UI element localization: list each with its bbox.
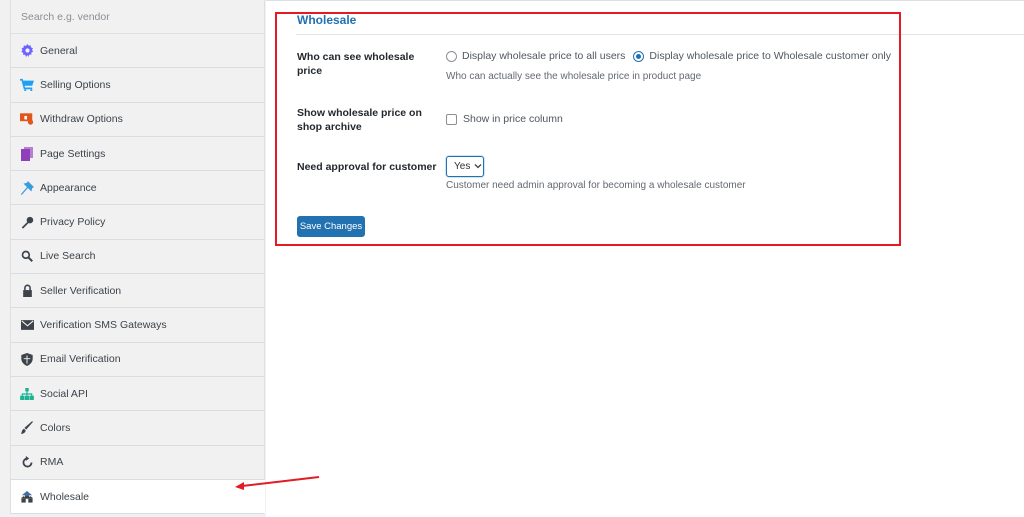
- need-approval-select[interactable]: Yes: [446, 156, 484, 177]
- sidebar-item-label: Page Settings: [40, 147, 106, 160]
- radio-all-users-label: Display wholesale price to all users: [462, 50, 626, 62]
- sidebar-item-label: Social API: [40, 387, 88, 400]
- radio-button[interactable]: [633, 50, 645, 62]
- sidebar-item-label: Selling Options: [40, 78, 111, 91]
- sidebar-item-wholesale[interactable]: Wholesale: [10, 479, 265, 515]
- sidebar-item-label: Verification SMS Gateways: [40, 319, 167, 332]
- sidebar-item-verification-sms-gateways[interactable]: Verification SMS Gateways: [10, 308, 265, 343]
- sidebar-item-colors[interactable]: Colors: [10, 411, 265, 446]
- sidebar-item-label: Colors: [40, 421, 71, 434]
- need-approval-label: Need approval for customer: [297, 161, 437, 173]
- sidebar-item-page-settings[interactable]: Page Settings: [10, 136, 265, 172]
- envelope-icon: [20, 318, 34, 332]
- paintbrush-icon: [20, 421, 34, 435]
- refresh-icon: [20, 455, 34, 469]
- wholesale-icon: [20, 490, 34, 504]
- radio-wholesale-only[interactable]: Display wholesale price to Wholesale cus…: [633, 50, 891, 62]
- select-value: Yes: [454, 161, 471, 172]
- sitemap-icon: [20, 387, 34, 401]
- sidebar-item-live-search[interactable]: Live Search: [10, 239, 265, 275]
- save-changes-button[interactable]: Save Changes: [297, 216, 365, 237]
- sidebar-item-label: RMA: [40, 456, 64, 469]
- cart-icon: [20, 78, 34, 92]
- chevron-down-icon: [474, 162, 482, 171]
- radio-wholesale-only-label: Display wholesale price to Wholesale cus…: [649, 50, 892, 62]
- sidebar-item-withdraw-options[interactable]: Withdraw Options: [10, 102, 265, 137]
- sidebar-item-privacy-policy[interactable]: Privacy Policy: [10, 205, 265, 240]
- sidebar-item-label: Wholesale: [40, 490, 90, 503]
- settings-page: Search e.g. vendor General Selling Option…: [0, 0, 1024, 517]
- sidebar-item-rma[interactable]: RMA: [10, 445, 265, 480]
- need-approval-description: Customer need admin approval for becomin…: [446, 180, 746, 191]
- sidebar-item-general[interactable]: General: [10, 34, 265, 69]
- show-on-archive-label: Show wholesale price on shop archive: [297, 107, 422, 133]
- section-title: Wholesale: [297, 13, 357, 27]
- key-icon: [20, 215, 34, 229]
- sidebar-item-label: Live Search: [40, 250, 96, 263]
- radio-all-users[interactable]: Display wholesale price to all users: [446, 50, 625, 62]
- who-can-see-options: Display wholesale price to all users Dis…: [446, 50, 891, 62]
- brush-pin-icon: [20, 180, 34, 195]
- checkbox[interactable]: [446, 113, 457, 125]
- search-icon: [20, 249, 34, 263]
- sidebar-item-social-api[interactable]: Social API: [10, 376, 265, 412]
- sidebar-item-label: Seller Verification: [40, 284, 122, 297]
- sidebar-item-label: Appearance: [40, 181, 97, 194]
- withdraw-icon: [20, 112, 34, 126]
- sidebar-item-appearance[interactable]: Appearance: [10, 171, 265, 206]
- sidebar-item-seller-verification[interactable]: Seller Verification: [10, 274, 265, 309]
- annotation-arrow-icon: [235, 476, 320, 490]
- sidebar-item-selling-options[interactable]: Selling Options: [10, 68, 265, 103]
- sidebar-item-label: Privacy Policy: [40, 216, 106, 229]
- sidebar-item-label: Email Verification: [40, 353, 121, 366]
- who-can-see-label: Who can see wholesale price: [297, 51, 415, 77]
- show-in-price-column-label: Show in price column: [463, 113, 563, 125]
- section-divider: [296, 34, 1024, 35]
- gear-icon: [20, 44, 34, 58]
- top-divider: [266, 0, 1024, 1]
- settings-sidebar: Search e.g. vendor General Selling Option…: [0, 0, 266, 517]
- pages-icon: [20, 146, 34, 161]
- settings-search-input[interactable]: Search e.g. vendor: [10, 0, 265, 34]
- radio-button[interactable]: [446, 50, 457, 62]
- who-can-see-description: Who can actually see the wholesale price…: [446, 71, 702, 82]
- sidebar-item-label: General: [40, 44, 78, 57]
- lock-icon: [20, 284, 34, 298]
- shield-icon: [20, 352, 34, 366]
- show-in-price-column-checkbox[interactable]: Show in price column: [446, 113, 563, 125]
- sidebar-item-label: Withdraw Options: [40, 113, 123, 126]
- sidebar-item-email-verification[interactable]: Email Verification: [10, 342, 265, 377]
